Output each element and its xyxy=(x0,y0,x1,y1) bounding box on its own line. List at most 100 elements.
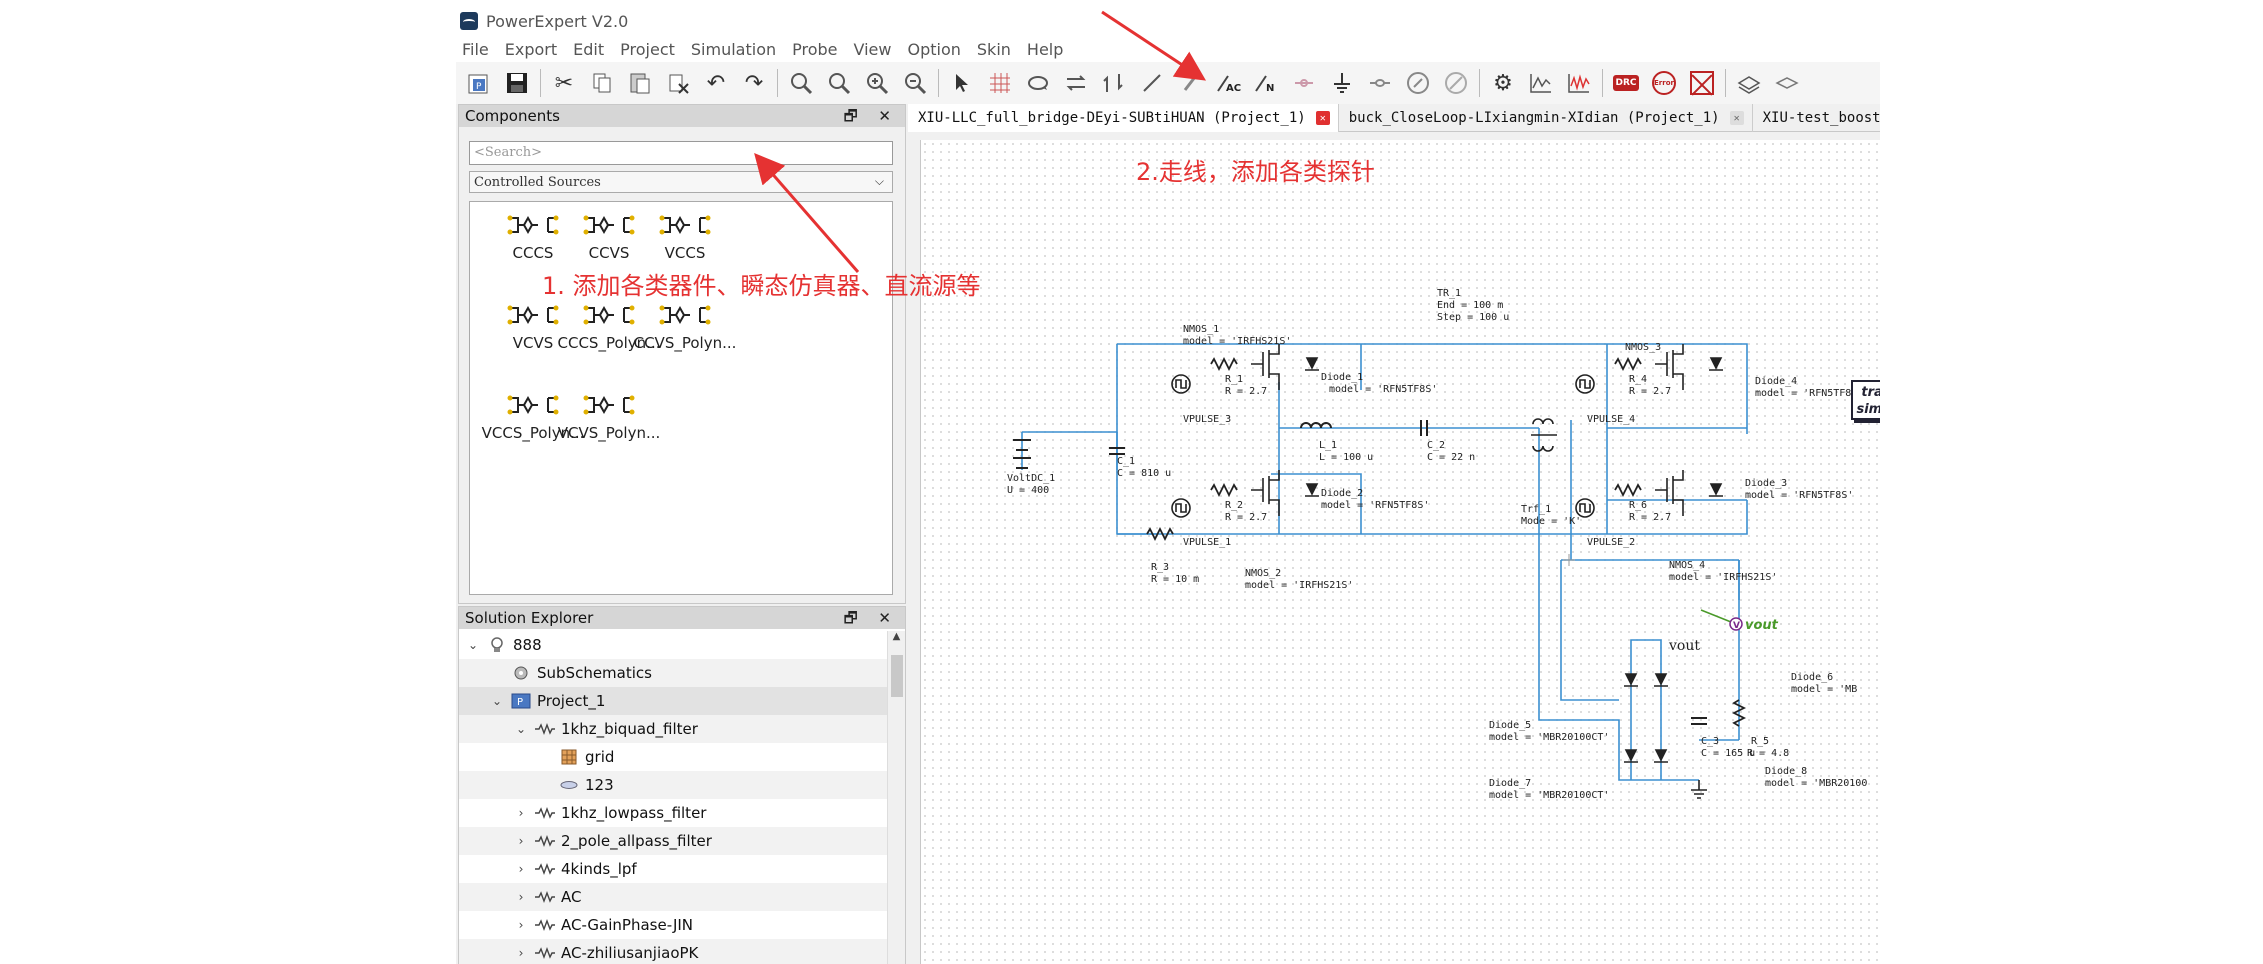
layer-down-icon[interactable] xyxy=(1772,68,1802,98)
settings-gear-icon[interactable]: ⚙ xyxy=(1488,68,1518,98)
tree-item[interactable]: › AC-zhiliusanjiaoPK xyxy=(459,939,887,964)
layer-up-icon[interactable] xyxy=(1734,68,1764,98)
zoom-icon[interactable] xyxy=(824,68,854,98)
tree-expander-icon[interactable]: › xyxy=(513,862,529,876)
document-tab[interactable]: XIU-LLC_full_bridge-DEyi-SUBtiHUAN (Proj… xyxy=(908,104,1339,132)
wire-icon[interactable] xyxy=(1137,68,1167,98)
ac-probe-icon[interactable]: AC xyxy=(1213,68,1243,98)
save-icon[interactable] xyxy=(502,68,532,98)
tree-item[interactable]: › 4kinds_lpf xyxy=(459,855,887,883)
capacitor-c3[interactable] xyxy=(1691,717,1707,725)
component-category-select[interactable]: Controlled Sources ⌵ xyxy=(469,171,893,193)
component-vcvs-polyn[interactable]: VCVS_Polyn... xyxy=(554,392,664,442)
solution-header-controls[interactable]: 🗗 ✕ xyxy=(844,608,899,633)
wire-pencil-icon[interactable] xyxy=(1175,68,1205,98)
diode1[interactable] xyxy=(1305,357,1319,371)
error-button[interactable]: Error xyxy=(1649,68,1679,98)
ground-icon[interactable] xyxy=(1327,68,1357,98)
tree-item[interactable]: 123 xyxy=(459,771,887,799)
resistor-r1[interactable] xyxy=(1210,356,1238,372)
menu-simulation[interactable]: Simulation xyxy=(691,40,776,59)
rotate-icon[interactable] xyxy=(1023,68,1053,98)
tree-expander-icon[interactable]: › xyxy=(513,890,529,904)
delete-icon[interactable] xyxy=(663,68,693,98)
tree-expander-icon[interactable]: ⌄ xyxy=(465,638,481,652)
menu-view[interactable]: View xyxy=(854,40,892,59)
tree-item[interactable]: ⌄ 888 xyxy=(459,631,887,659)
waveform-icon[interactable] xyxy=(1526,68,1556,98)
solution-scrollbar[interactable]: ▲ xyxy=(887,631,905,964)
tree-item[interactable]: SubSchematics xyxy=(459,659,887,687)
diode8[interactable] xyxy=(1654,749,1668,763)
tree-item[interactable]: ⌄ P Project_1 xyxy=(459,687,887,715)
scroll-thumb[interactable] xyxy=(891,655,903,697)
nmos2-transistor[interactable] xyxy=(1251,470,1280,516)
schematic-canvas[interactable]: VoltDC_1 U = 400 C_1 C = 810 u R_3 R = 1… xyxy=(920,140,1880,964)
node-probe-icon[interactable]: N xyxy=(1251,68,1281,98)
tree-expander-icon[interactable]: ⌄ xyxy=(513,722,529,736)
cut-icon[interactable]: ✂ xyxy=(549,68,579,98)
resistor-r4[interactable] xyxy=(1614,356,1642,372)
menu-help[interactable]: Help xyxy=(1027,40,1063,59)
zoom-out-icon[interactable] xyxy=(900,68,930,98)
nmos4-transistor[interactable] xyxy=(1655,470,1684,516)
component-search-input[interactable]: <Search> xyxy=(469,141,893,165)
tab-close-icon[interactable]: ✕ xyxy=(1315,111,1330,125)
menu-option[interactable]: Option xyxy=(907,40,960,59)
zoom-fit-icon[interactable] xyxy=(786,68,816,98)
scroll-up-icon[interactable]: ▲ xyxy=(888,631,905,649)
grid-icon[interactable] xyxy=(985,68,1015,98)
menu-file[interactable]: File xyxy=(462,40,489,59)
nmos1-transistor[interactable] xyxy=(1251,344,1280,390)
diode3[interactable] xyxy=(1709,483,1723,497)
tree-item[interactable]: grid xyxy=(459,743,887,771)
diode4[interactable] xyxy=(1709,357,1723,371)
tree-expander-icon[interactable]: › xyxy=(513,834,529,848)
diode6[interactable] xyxy=(1654,673,1668,687)
copy-icon[interactable] xyxy=(587,68,617,98)
diode2[interactable] xyxy=(1305,483,1319,497)
tree-item[interactable]: › AC xyxy=(459,883,887,911)
redo-icon[interactable]: ↷ xyxy=(739,68,769,98)
new-project-icon[interactable]: P xyxy=(464,68,494,98)
waveform-red-icon[interactable] xyxy=(1564,68,1594,98)
document-tab[interactable]: buck_CloseLoop-LIxiangmin-XIdian (Projec… xyxy=(1339,104,1753,132)
port-icon[interactable] xyxy=(1365,68,1395,98)
select-pointer-icon[interactable] xyxy=(947,68,977,98)
edit-circle-icon[interactable] xyxy=(1403,68,1433,98)
no-connect-icon[interactable] xyxy=(1441,68,1471,98)
resistor-r2[interactable] xyxy=(1210,482,1238,498)
tree-expander-icon[interactable]: › xyxy=(513,946,529,960)
paste-icon[interactable] xyxy=(625,68,655,98)
vout-probe[interactable]: V vout xyxy=(1729,617,1779,633)
document-tab[interactable]: XIU-test_boost_2 xyxy=(1753,104,1880,132)
tab-close-icon[interactable]: ✕ xyxy=(1729,111,1744,125)
resistor-r6[interactable] xyxy=(1614,482,1642,498)
zoom-in-icon[interactable] xyxy=(862,68,892,98)
clear-errors-icon[interactable] xyxy=(1687,68,1717,98)
component-vccs[interactable]: VCCS xyxy=(630,212,740,262)
component-ccvs-polyn[interactable]: CCVS_Polyn... xyxy=(630,302,740,352)
drc-button[interactable]: DRC xyxy=(1611,68,1641,98)
components-header-controls[interactable]: 🗗 ✕ xyxy=(844,106,899,131)
tree-item[interactable]: ⌄ 1khz_biquad_filter xyxy=(459,715,887,743)
tree-expander-icon[interactable]: › xyxy=(513,918,529,932)
undo-icon[interactable]: ↶ xyxy=(701,68,731,98)
tree-item[interactable]: › 1khz_lowpass_filter xyxy=(459,799,887,827)
tree-item[interactable]: › AC-GainPhase-JIN xyxy=(459,911,887,939)
diode5[interactable] xyxy=(1624,673,1638,687)
menu-probe[interactable]: Probe xyxy=(792,40,837,59)
transformer-trf1[interactable] xyxy=(1531,418,1557,452)
menu-skin[interactable]: Skin xyxy=(977,40,1011,59)
tree-expander-icon[interactable]: ⌄ xyxy=(489,694,505,708)
diode7[interactable] xyxy=(1624,749,1638,763)
tree-expander-icon[interactable]: › xyxy=(513,806,529,820)
menu-edit[interactable]: Edit xyxy=(573,40,604,59)
flip-horizontal-icon[interactable] xyxy=(1061,68,1091,98)
menu-project[interactable]: Project xyxy=(620,40,675,59)
transient-simulation-block[interactable]: transient simulation xyxy=(1851,380,1880,420)
tree-item[interactable]: › 2_pole_allpass_filter xyxy=(459,827,887,855)
flip-vertical-icon[interactable] xyxy=(1099,68,1129,98)
disconnect-icon[interactable] xyxy=(1289,68,1319,98)
menu-export[interactable]: Export xyxy=(505,40,557,59)
